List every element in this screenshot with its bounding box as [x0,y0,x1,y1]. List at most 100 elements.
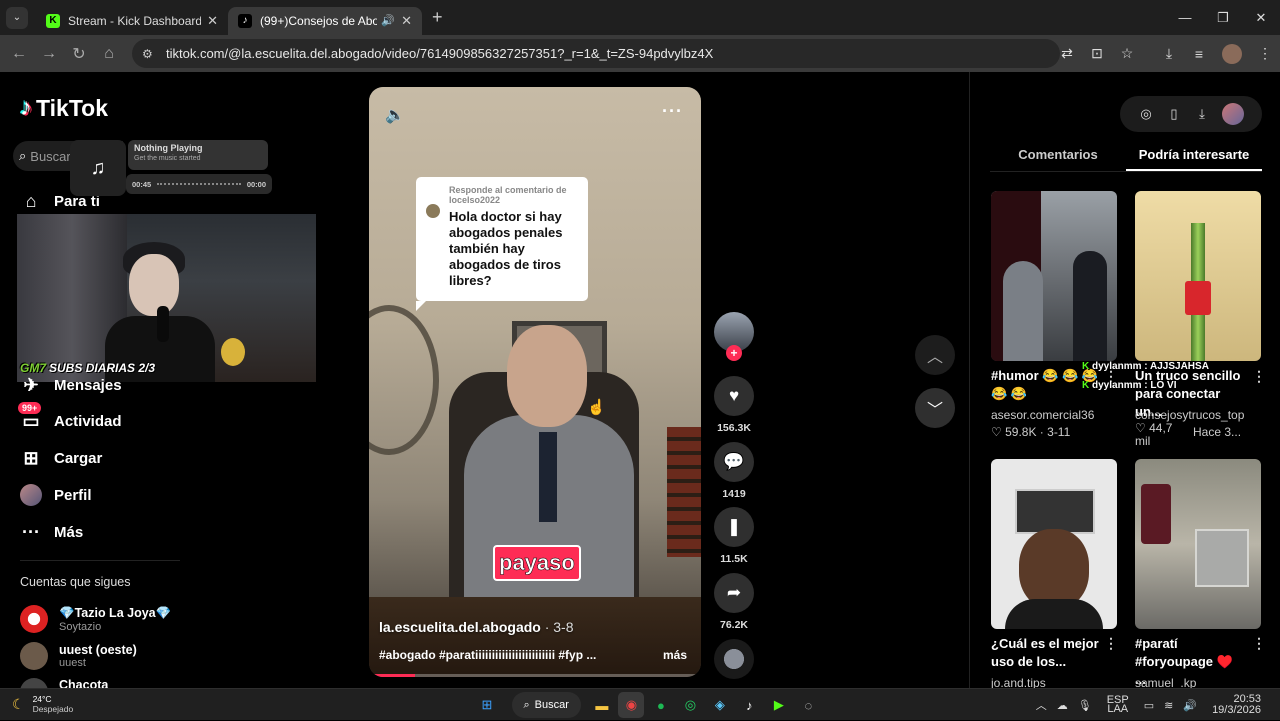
minimize-button[interactable]: — [1166,0,1204,35]
tab-comentarios[interactable]: Comentarios [990,144,1126,171]
card-date: Hace 3... [1193,425,1242,439]
new-tab-button[interactable]: + [432,7,443,28]
tiktok-logo[interactable]: ♪ TikTok [20,94,108,122]
url-input[interactable]: ⚙ tiktok.com/@la.escuelita.del.abogado/v… [132,39,1060,68]
network-tray-icon[interactable]: ☁ [1057,699,1068,712]
whatsapp-icon[interactable]: ◎ [677,692,703,718]
like-button[interactable]: ♥ [714,376,754,416]
mic-icon[interactable]: 🎙 [1078,699,1092,712]
bookmark-star-icon[interactable]: ☆ [1112,45,1142,62]
back-button[interactable]: ← [4,45,34,63]
install-app-icon[interactable]: ⊡ [1082,45,1112,62]
following-item[interactable]: uuest (oeste) uuest [20,642,137,670]
user-avatar[interactable] [1222,103,1244,125]
language-indicator[interactable]: ESP LAA [1102,695,1134,715]
close-tab-icon[interactable]: ✕ [207,13,218,29]
paper-plane-icon: ✈ [23,374,39,395]
sidebar-item-actividad[interactable]: ▭ 99+ Actividad [18,402,122,432]
compass-icon[interactable]: ◎ [1132,106,1160,122]
chat-message: K dyylanmm : LO VI [1082,380,1177,391]
share-button[interactable]: ➦ [714,573,754,613]
clock[interactable]: 20:53 19/3/2026 [1207,694,1266,716]
tab-search-button[interactable]: ⌄ [6,6,28,29]
forward-button[interactable]: → [34,45,64,63]
heart-outline-icon: ♡ [1135,421,1146,435]
more-link[interactable]: más [663,648,687,662]
card-more-icon[interactable]: ⋮ [1104,635,1118,652]
card-author[interactable]: consejosytrucos_top [1135,408,1244,422]
video-author[interactable]: la.escuelita.del.abogado · 3-8 [379,619,574,635]
sidebar-item-mas[interactable]: ··· Más [20,521,83,543]
file-explorer-icon[interactable]: ▬ [589,692,615,718]
tiktok-favicon-icon: ♪ [238,13,252,28]
taskbar-search[interactable]: ⌕ Buscar [511,692,581,718]
previous-video-button[interactable]: ︿ [915,335,955,375]
video-player[interactable]: 🔈 ··· Responde al comentario de locelso2… [369,87,701,677]
chrome-icon[interactable]: ◉ [618,692,645,718]
tray-chevron-icon[interactable]: ︿ [1036,697,1047,713]
video-hashtags[interactable]: #abogado #paratiiiiiiiiiiiiiiiiiiiiiiii … [379,648,629,662]
save-button[interactable]: ❚ [714,507,754,547]
volume-icon[interactable]: 🔈 [385,105,405,125]
close-window-button[interactable]: ✕ [1242,0,1280,35]
media-controls-icon[interactable]: ≡ [1184,46,1214,62]
like-count: 156.3K [717,422,751,434]
tab-podria-interesarte[interactable]: Podría interesarte [1126,144,1262,171]
speaker-icon[interactable]: 🔊 [381,14,395,27]
avatar [20,678,48,688]
card-more-icon[interactable]: ⋮ [1252,368,1266,385]
mobile-icon[interactable]: ▯ [1160,106,1188,122]
download-icon[interactable]: ⤓ [1188,106,1216,122]
kick-app-icon[interactable]: ▶ [766,692,792,718]
notification-badge: 99+ [18,402,42,414]
home-button[interactable]: ⌂ [94,45,124,63]
music-progress: 00:45 00:00 [126,174,272,194]
follow-plus-icon[interactable]: + [726,345,742,361]
music-title-box: Nothing Playing Get the music started [128,140,268,170]
home-icon: ⌂ [25,190,37,211]
video-thumbnail[interactable] [991,459,1117,629]
sidebar-item-perfil[interactable]: Perfil [20,484,92,506]
next-video-button[interactable]: ﹀ [915,388,955,428]
music-disc-icon[interactable] [714,639,754,679]
obs-icon[interactable]: ◌ [795,692,821,718]
reload-button[interactable]: ↻ [64,44,94,64]
avatar [20,605,48,633]
card-more-icon[interactable]: ⋮ [1252,635,1266,652]
video-caption: payaso [493,545,581,581]
sidebar-item-cargar[interactable]: ⊞ Cargar [20,447,102,469]
card-author[interactable]: asesor.comercial36 [991,408,1094,422]
app-icon[interactable]: ◈ [707,692,733,718]
wifi-icon[interactable]: ≋ [1164,699,1173,712]
following-item[interactable]: 💎Tazio La Joya💎 Soytazio [20,605,171,633]
video-thumbnail[interactable] [1135,459,1261,629]
tab-tiktok[interactable]: ♪ (99+)Consejos de Abogado 🔊 ✕ [228,6,422,35]
windows-start-icon[interactable]: ⊞ [474,692,500,718]
translate-icon[interactable]: ⇄ [1052,45,1082,62]
video-thumbnail[interactable] [1135,191,1261,361]
volume-icon[interactable]: 🔊 [1183,699,1197,712]
tab-kick-dashboard[interactable]: K Stream - Kick Dashboard ✕ [36,7,228,35]
save-count: 11.5K [720,553,748,565]
downloads-icon[interactable]: ⤓ [1154,45,1184,62]
spotify-icon[interactable]: ● [648,692,674,718]
site-info-icon[interactable]: ⚙ [142,47,158,61]
weather-widget[interactable]: ☾ 24°C Despejado [12,694,73,714]
maximize-button[interactable]: ❐ [1204,0,1242,35]
tiktok-app-icon[interactable]: ♪ [736,692,762,718]
more-options-icon[interactable]: ··· [662,101,683,122]
profile-avatar[interactable] [1222,43,1242,64]
monitor-icon[interactable]: ▭ [1144,699,1154,712]
following-item[interactable]: Chacota [20,678,108,688]
comment-button[interactable]: 💬 [714,442,754,482]
music-note-icon: ♫ [70,140,126,196]
menu-icon[interactable]: ⋮ [1250,45,1280,62]
card-title[interactable]: ¿Cuál es el mejor uso de los... [991,635,1103,671]
address-bar-icons: ⇄ ⊡ ☆ ⤓ ≡ ⋮ [1052,35,1280,72]
tiktok-note-icon: ♪ [20,94,32,121]
sidebar-item-mensajes[interactable]: ✈ Mensajes [20,374,121,396]
video-thumbnail[interactable] [991,191,1117,361]
search-icon: ⌕ [523,698,530,711]
close-tab-icon[interactable]: ✕ [401,13,412,29]
video-progress-bar[interactable] [369,674,701,677]
